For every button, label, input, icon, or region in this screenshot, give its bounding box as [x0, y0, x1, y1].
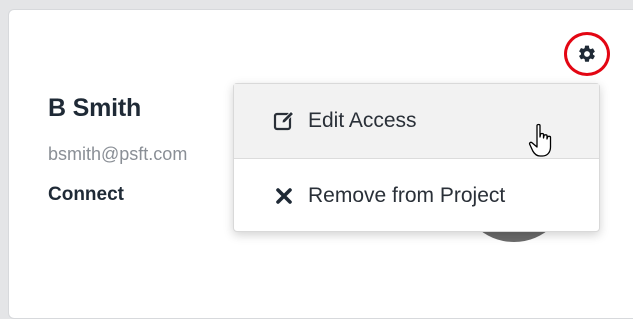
settings-button[interactable]: [564, 32, 614, 80]
gear-icon: [579, 45, 595, 62]
close-icon: [272, 184, 296, 208]
menu-item-remove-from-project[interactable]: Remove from Project: [234, 159, 599, 233]
user-role: Connect: [48, 184, 124, 205]
hand-cursor-icon: [528, 123, 552, 157]
edit-icon: [272, 109, 296, 133]
menu-item-label: Edit Access: [308, 109, 417, 132]
page-background: B Smith bsmith@psft.com Connect Edit Acc…: [0, 0, 633, 319]
menu-item-label: Remove from Project: [308, 184, 506, 207]
user-name: B Smith: [48, 94, 142, 122]
user-email: bsmith@psft.com: [48, 144, 188, 164]
